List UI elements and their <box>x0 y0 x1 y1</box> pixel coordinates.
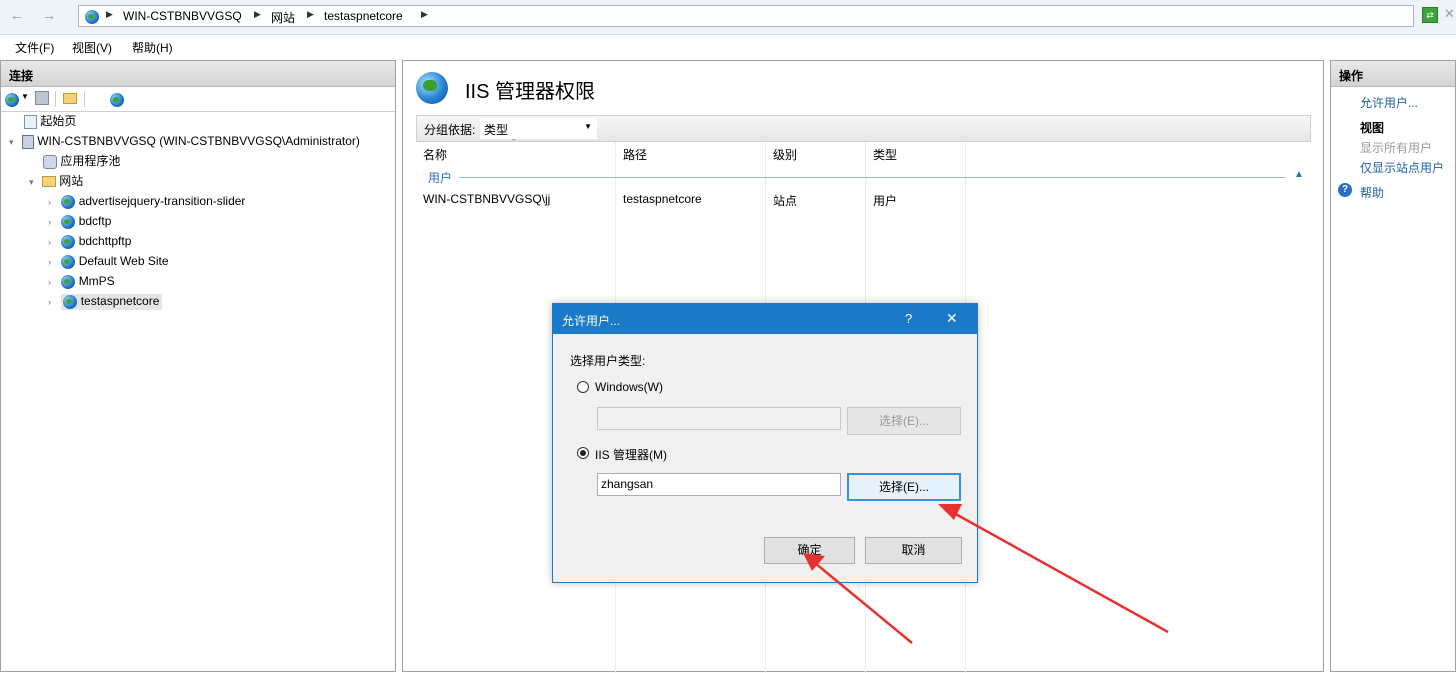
arrow-to-ok-button <box>803 553 913 644</box>
annotation-arrows <box>803 504 1169 644</box>
arrow-to-select-button <box>938 504 1169 634</box>
